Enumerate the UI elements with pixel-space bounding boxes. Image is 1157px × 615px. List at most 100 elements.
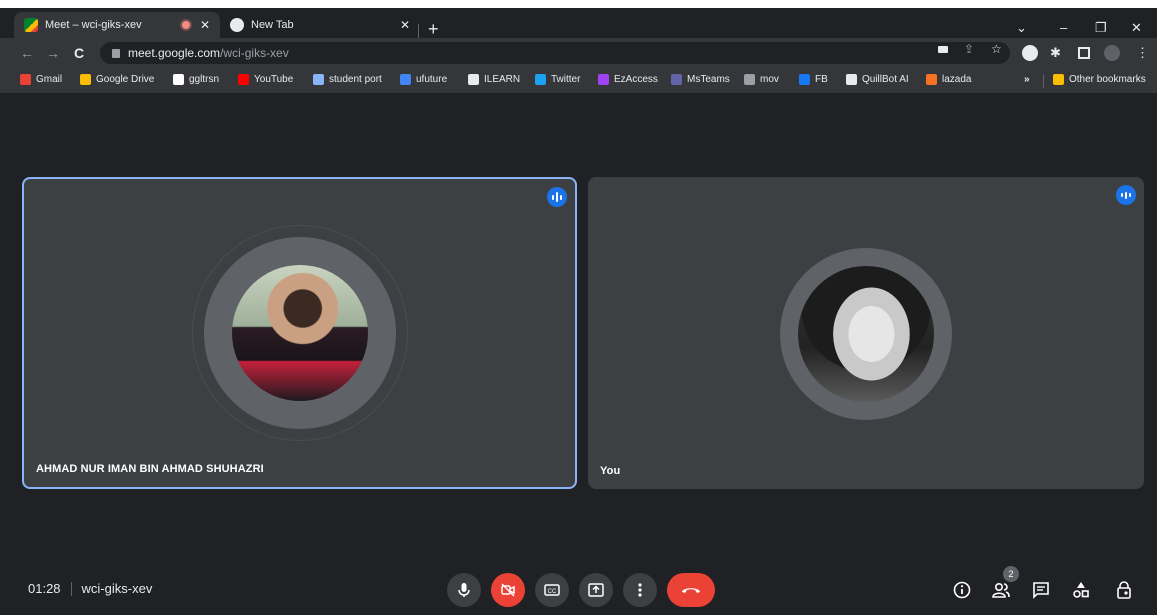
tab-strip: Meet – wci-giks-xev ✕ New Tab ✕ + ⌄ – ❐ … — [0, 8, 1157, 38]
close-tab-icon[interactable]: ✕ — [400, 18, 410, 32]
activities-button[interactable] — [1069, 578, 1093, 602]
youtube-icon — [238, 74, 249, 85]
google-icon — [173, 74, 184, 85]
leave-call-button[interactable] — [667, 573, 715, 607]
bookmark-ggltrsn[interactable]: ggltrsn — [173, 74, 219, 85]
more-options-button[interactable] — [623, 573, 657, 607]
bookmark-twitter[interactable]: Twitter — [535, 74, 580, 85]
ilearn-icon — [468, 74, 479, 85]
microphone-icon — [458, 583, 470, 597]
more-bookmarks-chevron-icon[interactable]: » — [1024, 74, 1030, 85]
microphone-button[interactable] — [447, 573, 481, 607]
reload-icon[interactable]: C — [74, 45, 84, 61]
people-icon — [992, 582, 1010, 598]
lock-person-icon — [1117, 581, 1131, 599]
captions-button[interactable]: CC — [535, 573, 569, 607]
bookmark-youtube[interactable]: YouTube — [238, 74, 293, 85]
back-arrow-icon[interactable]: ← — [20, 45, 34, 61]
restore-icon[interactable]: ❐ — [1095, 20, 1107, 36]
activities-icon — [1073, 582, 1089, 598]
meeting-details-info-button[interactable] — [950, 578, 974, 602]
bookmark-lazada[interactable]: lazada — [926, 74, 971, 85]
bookmark-ezaccess[interactable]: EzAccess — [598, 74, 658, 85]
participant-tile-ahmad[interactable]: AHMAD NUR IMAN BIN AHMAD SHUHAZRI — [22, 177, 577, 489]
extensions-puzzle-icon[interactable]: ✱ — [1050, 45, 1066, 61]
recording-indicator-icon — [181, 21, 190, 29]
address-bar[interactable]: meet.google.com /wci-giks-xev — [100, 42, 1010, 64]
window-top-border — [0, 0, 1157, 8]
participant-name: You — [600, 465, 621, 477]
msteams-icon — [671, 74, 682, 85]
bookmark-google-drive[interactable]: Google Drive — [80, 74, 154, 85]
svg-text:CC: CC — [548, 589, 557, 595]
tab-search-icon[interactable]: ⌄ — [1016, 20, 1027, 36]
captions-icon: CC — [544, 584, 560, 596]
camera-off-icon — [501, 583, 515, 597]
minimize-icon[interactable]: – — [1060, 20, 1067, 35]
bookmarks-divider — [1043, 74, 1044, 88]
tab-title: New Tab — [251, 19, 294, 31]
url-path: /wci-giks-xev — [220, 46, 289, 60]
lazada-icon — [926, 74, 937, 85]
participant-avatar — [798, 266, 934, 402]
speaking-indicator-icon — [1116, 185, 1136, 205]
browser-toolbar: ← → C meet.google.com /wci-giks-xev ⇪ ☆ … — [0, 38, 1157, 68]
speaking-indicator-icon — [547, 187, 567, 207]
tab-divider — [418, 24, 419, 38]
mov-icon — [744, 74, 755, 85]
student-port-icon — [313, 74, 324, 85]
info-icon — [953, 581, 971, 599]
bookmarks-bar: Gmail Google Drive ggltrsn YouTube stude… — [0, 68, 1157, 94]
ufuture-icon — [400, 74, 411, 85]
menu-kebab-icon[interactable]: ⋮ — [1136, 45, 1152, 61]
participant-count-badge: 2 — [1003, 566, 1019, 582]
bookmark-ilearn[interactable]: ILEARN — [468, 74, 520, 85]
camera-in-use-icon[interactable] — [938, 46, 948, 53]
hang-up-icon — [682, 588, 700, 593]
meeting-code: wci-giks-xev — [81, 581, 153, 596]
details-divider — [70, 581, 72, 596]
tab-new-tab[interactable]: New Tab ✕ — [220, 12, 420, 38]
quillbot-icon — [846, 74, 857, 85]
bookmark-fb[interactable]: FB — [799, 74, 828, 85]
share-icon[interactable]: ⇪ — [964, 42, 974, 56]
bookmark-star-icon[interactable]: ☆ — [991, 42, 1002, 56]
other-bookmarks-folder[interactable]: Other bookmarks — [1053, 74, 1146, 85]
bookmark-ufuture[interactable]: ufuture — [400, 74, 447, 85]
present-screen-button[interactable] — [579, 573, 613, 607]
camera-off-button[interactable] — [491, 573, 525, 607]
chat-button[interactable] — [1029, 578, 1053, 602]
chat-icon — [1033, 582, 1049, 599]
bookmark-gmail[interactable]: Gmail — [20, 74, 62, 85]
tab-meet[interactable]: Meet – wci-giks-xev ✕ — [14, 12, 220, 38]
google-drive-icon — [80, 74, 91, 85]
meet-favicon-icon — [24, 18, 38, 32]
close-window-icon[interactable]: ✕ — [1131, 20, 1142, 36]
meeting-time: 01:28 — [28, 581, 61, 596]
ezaccess-icon — [598, 74, 609, 85]
present-icon — [588, 583, 604, 597]
meeting-details: 01:28 wci-giks-xev — [28, 581, 152, 596]
lock-icon — [112, 48, 120, 58]
bookmark-mov[interactable]: mov — [744, 74, 779, 85]
host-controls-button[interactable] — [1112, 578, 1136, 602]
chrome-favicon-icon — [230, 18, 244, 32]
tab-title: Meet – wci-giks-xev — [45, 19, 142, 31]
participant-avatar — [232, 265, 368, 401]
forward-arrow-icon[interactable]: → — [46, 45, 60, 61]
new-tab-button[interactable]: + — [428, 20, 439, 38]
gmail-icon — [20, 74, 31, 85]
participant-name: AHMAD NUR IMAN BIN AHMAD SHUHAZRI — [36, 463, 264, 475]
participant-tile-you[interactable]: You — [588, 177, 1144, 489]
extension-avatar-icon[interactable] — [1022, 45, 1038, 61]
bookmark-student-port[interactable]: student port — [313, 74, 382, 85]
side-panel-icon[interactable] — [1078, 47, 1090, 59]
bookmark-quillbot[interactable]: QuillBot AI — [846, 74, 909, 85]
url-host: meet.google.com — [128, 46, 221, 60]
close-tab-icon[interactable]: ✕ — [200, 18, 210, 32]
bookmark-msteams[interactable]: MsTeams — [671, 74, 730, 85]
twitter-icon — [535, 74, 546, 85]
folder-icon — [1053, 74, 1064, 85]
meet-window: Meet – wci-giks-xev ✕ New Tab ✕ + ⌄ – ❐ … — [0, 0, 1157, 615]
profile-avatar-icon[interactable] — [1104, 45, 1120, 61]
